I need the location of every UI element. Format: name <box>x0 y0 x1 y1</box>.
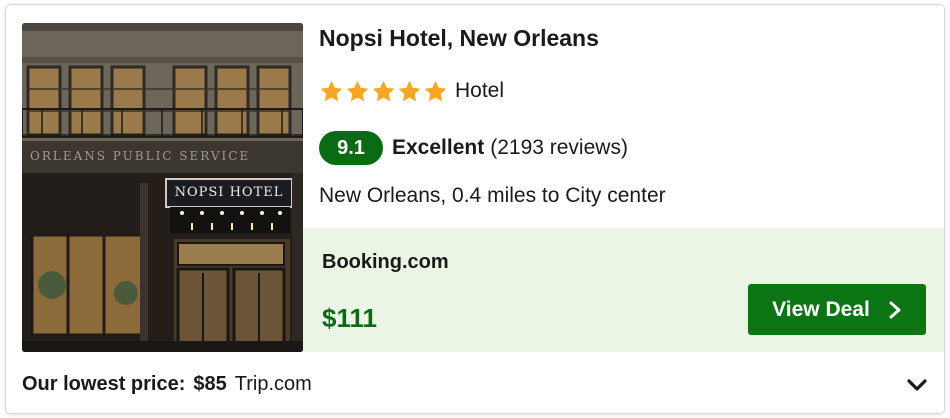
star-rating-row: Hotel <box>319 77 504 105</box>
score-badge: 9.1 <box>319 131 383 165</box>
review-count: (2193 reviews) <box>490 136 628 159</box>
star-icon <box>372 80 395 101</box>
star-icon <box>320 80 343 101</box>
chevron-right-icon <box>889 301 901 318</box>
review-score-row[interactable]: 9.1 Excellent (2193 reviews) <box>319 131 628 165</box>
hotel-location: New Orleans, 0.4 miles to City center <box>319 184 666 207</box>
star-icon <box>424 80 447 101</box>
star-icon <box>398 80 421 101</box>
hotel-type: Hotel <box>455 79 505 102</box>
view-deal-button[interactable]: View Deal <box>748 284 926 335</box>
star-rating <box>319 79 448 104</box>
hotel-name[interactable]: Nopsi Hotel, New Orleans <box>319 25 599 52</box>
hotel-card[interactable]: ORLEANS PUBLIC SERVICE NOPSI HOTEL Nopsi… <box>6 5 944 413</box>
lowest-price-row[interactable]: Our lowest price: $85 Trip.com <box>22 369 312 399</box>
view-deal-label: View Deal <box>772 297 870 321</box>
lowest-price-source: Trip.com <box>234 372 312 395</box>
star-icon <box>346 80 369 101</box>
chevron-down-icon <box>907 379 927 391</box>
lowest-price-value: $85 <box>193 372 227 395</box>
deal-provider: Booking.com <box>322 251 449 273</box>
score-label: Excellent <box>392 136 485 159</box>
facade-inscription: ORLEANS PUBLIC SERVICE <box>30 149 251 163</box>
hotel-photo[interactable]: ORLEANS PUBLIC SERVICE NOPSI HOTEL <box>22 23 303 352</box>
lowest-price-label: Our lowest price: <box>22 372 186 395</box>
hotel-sign: NOPSI HOTEL <box>174 185 284 200</box>
deal-box[interactable]: Booking.com $111 View Deal <box>303 228 944 352</box>
deal-price: $111 <box>322 303 377 333</box>
expand-button[interactable] <box>904 373 930 397</box>
